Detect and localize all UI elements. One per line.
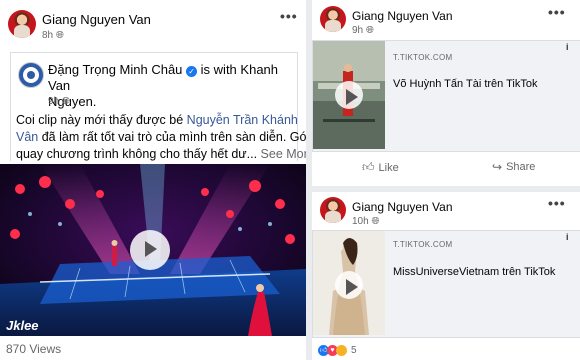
verified-badge-icon: ✓ (186, 66, 198, 77)
reactions-summary[interactable]: 👍︎ ♥ 5 (318, 345, 357, 356)
mention-link[interactable]: Nguyễn Trần Khánh (187, 113, 298, 127)
share-label: Share (506, 161, 536, 173)
shared-video[interactable]: Jklee (0, 164, 306, 336)
video-watermark: Jklee (6, 318, 39, 333)
globe-icon: 🌐︎ (371, 216, 380, 227)
share-button[interactable]: ↪ Share (492, 160, 535, 174)
link-domain: T.TIKTOK.COM (393, 240, 453, 249)
shared-post-time[interactable]: 9h (48, 96, 59, 107)
body-line-2: đã làm rất tốt vai trò của mình trên sàn… (41, 130, 313, 144)
video-play-icon[interactable] (130, 230, 170, 270)
post-author-name[interactable]: Giang Nguyen Van (352, 200, 453, 214)
mention-link-cont[interactable]: Vân (16, 130, 38, 144)
with-text: is with (200, 62, 237, 77)
link-title[interactable]: MissUniverseVietnam trên TikTok (393, 266, 555, 278)
link-thumbnail[interactable] (313, 231, 385, 335)
post-time[interactable]: 9h (352, 25, 363, 36)
more-options-icon[interactable]: ••• (280, 8, 298, 24)
more-options-icon[interactable]: ••• (548, 4, 566, 20)
care-reaction-icon (336, 345, 347, 356)
author-avatar[interactable] (8, 10, 36, 38)
body-line-3: quay chương trình không cho thấy hết dư.… (16, 147, 258, 161)
shared-author-avatar[interactable] (18, 62, 44, 88)
info-icon[interactable]: i (566, 232, 569, 242)
video-play-icon[interactable] (335, 271, 363, 299)
shared-post-timestamp[interactable]: 9h 🌐︎ (48, 96, 70, 107)
post-time[interactable]: 8h (42, 30, 53, 41)
more-options-icon[interactable]: ••• (548, 195, 566, 211)
post-author-name[interactable]: Giang Nguyen Van (42, 12, 151, 27)
link-title[interactable]: Võ Huỳnh Tấn Tài trên TikTok (393, 78, 538, 90)
share-arrow-icon: ↪ (492, 160, 503, 174)
post-time[interactable]: 10h (352, 216, 369, 227)
video-play-icon[interactable] (335, 81, 363, 109)
like-label: Like (378, 161, 399, 174)
post-timestamp[interactable]: 10h 🌐︎ (352, 216, 379, 227)
author-avatar[interactable] (320, 6, 346, 32)
shared-post-text: Coi clip này mới thấy được bé Nguyễn Trầ… (16, 112, 315, 163)
like-button[interactable]: 👍︎ Like (362, 160, 399, 175)
globe-icon: 🌐︎ (365, 25, 374, 36)
post-timestamp[interactable]: 8h 🌐︎ (42, 30, 64, 41)
link-thumbnail[interactable] (313, 41, 385, 149)
link-domain: T.TIKTOK.COM (393, 53, 453, 62)
globe-icon: 🌐︎ (55, 30, 64, 41)
author-avatar[interactable] (320, 197, 346, 223)
post-timestamp[interactable]: 9h 🌐︎ (352, 25, 374, 36)
globe-icon: 🌐︎ (61, 96, 70, 107)
reaction-count: 5 (351, 345, 357, 356)
shared-post-header: Đặng Trọng Minh Châu ✓ is with Khanh Van… (48, 62, 288, 110)
post-author-name[interactable]: Giang Nguyen Van (352, 9, 453, 23)
video-views-count: 870 Views (6, 342, 62, 356)
thumbs-up-icon: 👍︎ (362, 160, 375, 174)
info-icon[interactable]: i (566, 42, 569, 52)
body-line-1: Coi clip này mới thấy được bé (16, 113, 184, 127)
shared-author-name[interactable]: Đặng Trọng Minh Châu (48, 62, 182, 77)
